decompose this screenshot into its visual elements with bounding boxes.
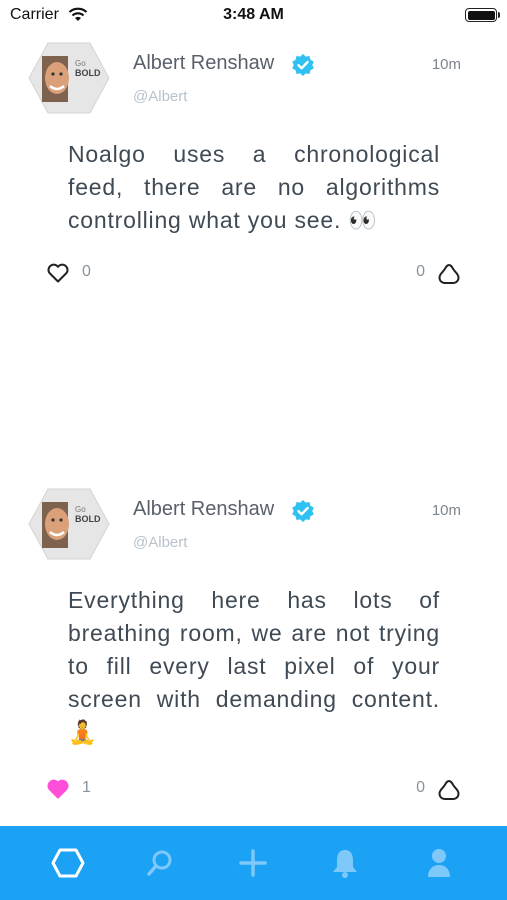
- tab-home[interactable]: [23, 826, 113, 900]
- tab-profile[interactable]: [394, 826, 484, 900]
- avatar-text-bold: BOLD: [75, 514, 101, 524]
- heart-icon[interactable]: [46, 262, 70, 284]
- avatar-text-go: Go: [75, 505, 86, 514]
- repost-count: 0: [416, 263, 425, 280]
- like-count: 1: [82, 779, 91, 796]
- hexagon-outline-icon[interactable]: [437, 779, 461, 801]
- tab-compose[interactable]: [208, 826, 298, 900]
- avatar-text-bold: BOLD: [75, 68, 101, 78]
- battery-icon: [465, 8, 500, 22]
- tab-search[interactable]: [115, 826, 205, 900]
- author-name[interactable]: Albert Renshaw: [133, 498, 274, 521]
- clock: 3:48 AM: [223, 6, 284, 23]
- post-timestamp: 10m: [431, 502, 461, 519]
- post-body: Noalgo uses a chronological feed, there …: [68, 141, 440, 233]
- tab-bar: [0, 826, 507, 900]
- avatar-text-go: Go: [75, 59, 86, 68]
- status-bar: Carrier 3:48 AM: [0, 0, 507, 30]
- post-body: Everything here has lots of breathing ro…: [68, 587, 440, 745]
- avatar[interactable]: Go BOLD: [28, 488, 110, 560]
- verified-badge-icon: [292, 500, 314, 522]
- author-handle[interactable]: @Albert: [133, 88, 187, 105]
- repost-count: 0: [416, 779, 425, 796]
- post-card: Go BOLD Albert Renshaw @Albert 10m Every…: [0, 488, 507, 800]
- author-name[interactable]: Albert Renshaw: [133, 52, 274, 75]
- heart-filled-icon[interactable]: [46, 778, 70, 800]
- post-card: Go BOLD Albert Renshaw @Albert 10m Noalg…: [0, 42, 507, 342]
- post-timestamp: 10m: [431, 56, 461, 73]
- bell-icon[interactable]: [330, 847, 360, 879]
- verified-badge-icon: [292, 54, 314, 76]
- hexagon-outline-icon[interactable]: [437, 263, 461, 285]
- like-count: 0: [82, 263, 91, 280]
- hexagon-home-icon[interactable]: [51, 848, 85, 878]
- plus-icon[interactable]: [238, 848, 268, 878]
- tab-notifications[interactable]: [300, 826, 390, 900]
- profile-icon[interactable]: [424, 847, 454, 879]
- author-handle[interactable]: @Albert: [133, 534, 187, 551]
- search-icon[interactable]: [145, 848, 175, 878]
- avatar[interactable]: Go BOLD: [28, 42, 110, 114]
